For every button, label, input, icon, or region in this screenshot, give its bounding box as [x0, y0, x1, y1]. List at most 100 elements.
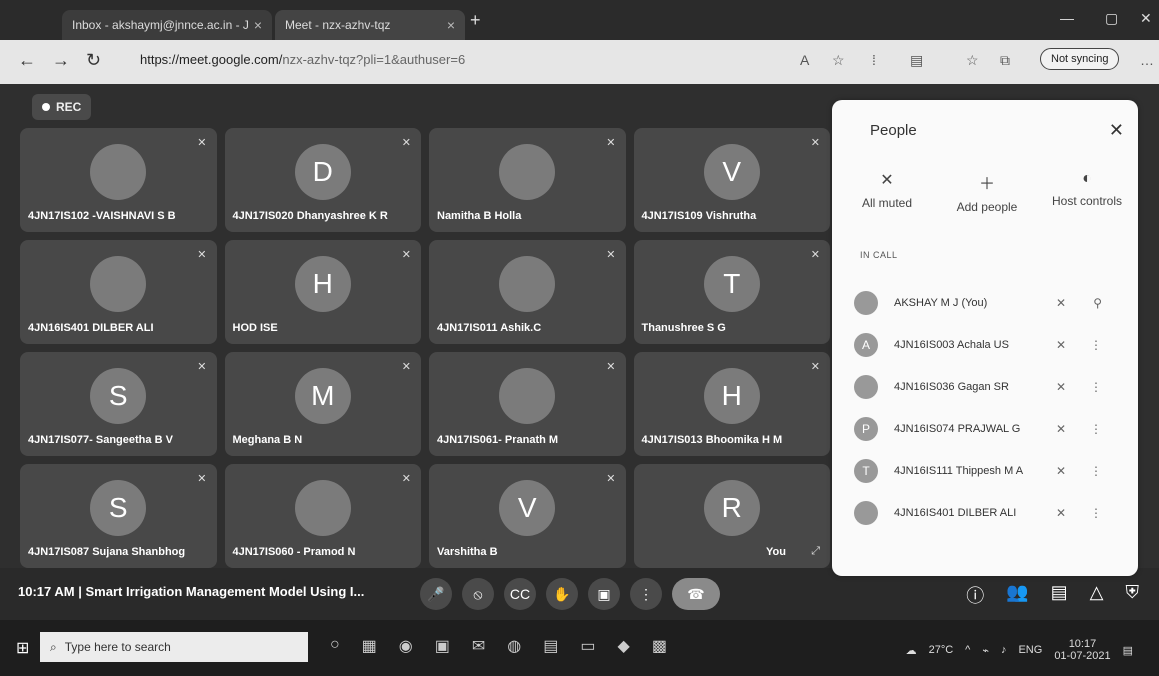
mail-icon[interactable]: ✉: [472, 636, 485, 656]
participant-row[interactable]: 4JN16IS401 DILBER ALI ✕ ⋮: [854, 492, 1124, 534]
back-icon[interactable]: ←: [18, 50, 36, 71]
leave-call-button[interactable]: ☎: [672, 578, 720, 610]
reading-icon[interactable]: A: [800, 52, 809, 68]
window-close-icon[interactable]: ✕: [1140, 10, 1152, 27]
participant-tile[interactable]: ✕ 4JN17IS060 - Pramod N: [224, 464, 421, 568]
participant-tile[interactable]: ✕ H 4JN17IS013 Bhoomika H M: [633, 352, 830, 456]
expand-icon[interactable]: ⤢: [811, 545, 820, 558]
more-icon[interactable]: ⋮: [1090, 464, 1102, 478]
self-label: You: [766, 546, 786, 558]
more-icon[interactable]: ⋮: [1090, 422, 1102, 436]
extension-icon[interactable]: ⁞: [872, 52, 876, 68]
taskbar-clock[interactable]: 10:17 01-07-2021: [1054, 638, 1110, 662]
participant-row[interactable]: AKSHAY M J (You) ✕ ⚲: [854, 282, 1124, 324]
raise-hand-button[interactable]: ✋: [546, 578, 578, 610]
participant-name: HOD ISE: [232, 322, 278, 334]
participant-tile[interactable]: ✕ V 4JN17IS109 Vishrutha: [633, 128, 830, 232]
more-icon[interactable]: ⋮: [1090, 380, 1102, 394]
chrome-icon[interactable]: ◍: [507, 636, 521, 656]
people-icon[interactable]: 👥: [1006, 582, 1028, 608]
add-people-button[interactable]: ＋ Add people: [942, 170, 1032, 214]
edge-icon[interactable]: ◉: [399, 636, 413, 656]
collections-icon[interactable]: ⧉: [1000, 52, 1010, 69]
tab-inbox[interactable]: Inbox - akshaymj@jnnce.ac.in - J ×: [62, 10, 272, 40]
participant-row[interactable]: 4JN16IS036 Gagan SR ✕ ⋮: [854, 366, 1124, 408]
participant-row[interactable]: A 4JN16IS003 Achala US ✕ ⋮: [854, 324, 1124, 366]
photos-icon[interactable]: ▩: [652, 636, 667, 656]
participant-tile[interactable]: ✕ 4JN16IS401 DILBER ALI: [20, 240, 217, 344]
url-main: https://meet.google.com/: [140, 52, 283, 67]
terminal-icon[interactable]: ▭: [580, 636, 595, 656]
chat-icon[interactable]: ▤: [1051, 582, 1068, 608]
participant-name: 4JN17IS011 Ashik.C: [437, 322, 542, 334]
participant-tile[interactable]: ✕ H HOD ISE: [224, 240, 421, 344]
task-view-icon[interactable]: ▦: [362, 636, 377, 656]
host-controls-icon[interactable]: ⛨: [1126, 582, 1140, 608]
notification-icon[interactable]: ▤: [1123, 644, 1133, 657]
language[interactable]: ENG: [1018, 644, 1042, 656]
more-icon[interactable]: …: [1140, 52, 1154, 68]
participant-tile[interactable]: ✕ S 4JN17IS087 Sujana Shanbhog: [20, 464, 217, 568]
participant-grid: ✕ 4JN17IS102 -VAISHNAVI S B ✕ D 4JN17IS020 …: [20, 128, 830, 568]
more-options-button[interactable]: ⋮: [630, 578, 662, 610]
url-rest: nzx-azhv-tqz?pli=1&authuser=6: [282, 52, 466, 67]
participant-name: 4JN17IS020 Dhanyashree K R: [232, 210, 388, 222]
mic-off-icon: ✕: [606, 249, 616, 261]
forward-icon[interactable]: →: [52, 50, 70, 71]
activities-icon[interactable]: △: [1090, 582, 1104, 608]
windows-start-icon[interactable]: ⊞: [16, 638, 29, 658]
url-field[interactable]: https://meet.google.com/nzx-azhv-tqz?pli…: [140, 52, 465, 67]
close-icon[interactable]: ×: [447, 17, 455, 33]
store-icon[interactable]: ▣: [435, 636, 450, 656]
network-icon[interactable]: ⌁: [982, 644, 989, 657]
maximize-icon[interactable]: ▢: [1105, 10, 1118, 27]
info-icon[interactable]: ⓘ: [966, 582, 984, 608]
pin-icon[interactable]: ⚲: [1093, 296, 1102, 310]
extension-icon[interactable]: ▤: [910, 52, 923, 69]
mic-off-icon: ✕: [1055, 464, 1066, 478]
participant-tile[interactable]: ✕ 4JN17IS102 -VAISHNAVI S B: [20, 128, 217, 232]
minimize-icon[interactable]: —: [1060, 10, 1074, 26]
tab-meet[interactable]: Meet - nzx-azhv-tqz ×: [275, 10, 465, 40]
participant-tile[interactable]: ✕ 4JN17IS011 Ashik.C: [429, 240, 626, 344]
app-icon[interactable]: ◆: [618, 636, 630, 656]
close-icon[interactable]: ✕: [1109, 120, 1124, 141]
host-controls-button[interactable]: ◐ Host controls: [1042, 170, 1132, 214]
participant-tile[interactable]: ✕ S 4JN17IS077- Sangeetha B V: [20, 352, 217, 456]
mic-off-icon: ✕: [401, 249, 411, 261]
participant-tile[interactable]: ✕ 4JN17IS061- Pranath M: [429, 352, 626, 456]
more-icon[interactable]: ⋮: [1090, 338, 1102, 352]
mic-off-icon: ✕: [606, 473, 616, 485]
participant-tile[interactable]: ✕ T Thanushree S G: [633, 240, 830, 344]
taskbar-search[interactable]: ⌕ Type here to search: [40, 632, 308, 662]
close-icon[interactable]: ×: [254, 17, 262, 33]
participant-tile[interactable]: ✕ Namitha B Holla: [429, 128, 626, 232]
all-muted-button[interactable]: ✕ All muted: [842, 170, 932, 214]
cortana-icon[interactable]: ○: [330, 636, 340, 656]
favorites-icon[interactable]: ☆: [966, 52, 979, 69]
word-icon[interactable]: ▤: [543, 636, 558, 656]
participant-tile[interactable]: ✕ M Meghana B N: [224, 352, 421, 456]
avatar: [854, 375, 878, 399]
self-tile[interactable]: R You ⤢: [633, 464, 830, 568]
present-button[interactable]: ▣: [588, 578, 620, 610]
mic-toggle-button[interactable]: 🎤: [420, 578, 452, 610]
weather-icon[interactable]: ☁: [906, 644, 917, 657]
more-icon[interactable]: ⋮: [1090, 506, 1102, 520]
participant-tile[interactable]: ✕ V Varshitha B: [429, 464, 626, 568]
chevron-up-icon[interactable]: ^: [965, 644, 970, 656]
refresh-icon[interactable]: ↻: [86, 50, 101, 71]
participant-name: 4JN16IS111 Thippesh M A: [894, 465, 1024, 477]
participant-row[interactable]: T 4JN16IS111 Thippesh M A ✕ ⋮: [854, 450, 1124, 492]
side-controls: ⓘ 👥 ▤ △ ⛨: [966, 582, 1139, 608]
avatar: [90, 255, 147, 312]
volume-icon[interactable]: ♪: [1001, 644, 1007, 656]
participant-row[interactable]: P 4JN16IS074 PRAJWAL G ✕ ⋮: [854, 408, 1124, 450]
camera-toggle-button[interactable]: ⦸: [462, 578, 494, 610]
favorite-icon[interactable]: ☆: [832, 52, 845, 69]
participant-tile[interactable]: ✕ D 4JN17IS020 Dhanyashree K R: [224, 128, 421, 232]
captions-button[interactable]: CC: [504, 578, 536, 610]
sync-button[interactable]: Not syncing: [1040, 48, 1120, 70]
mic-off-icon: ✕: [880, 172, 894, 189]
new-tab-button[interactable]: +: [470, 10, 481, 31]
